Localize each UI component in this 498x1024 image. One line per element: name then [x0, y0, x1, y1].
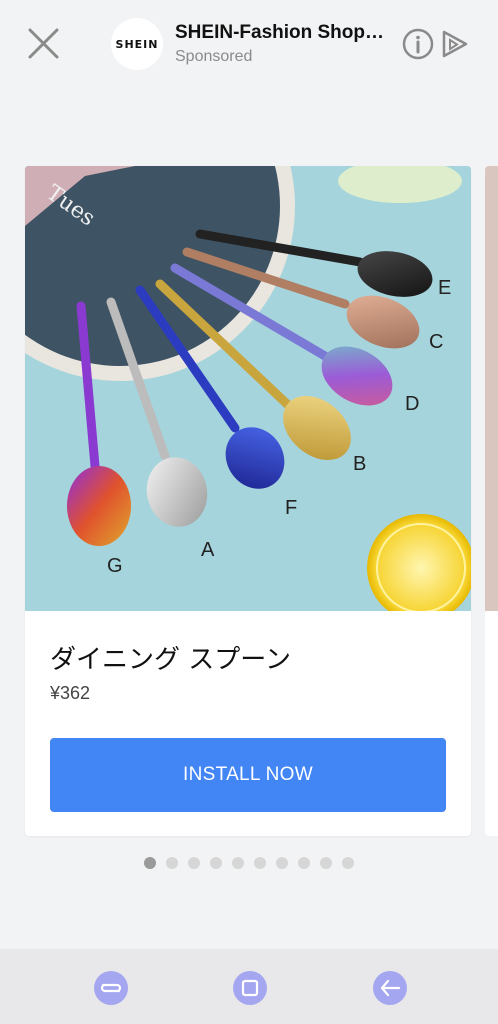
system-navigation-bar [0, 949, 498, 1024]
ad-choices-icon[interactable] [440, 27, 470, 61]
label-f: F [285, 497, 297, 519]
ad-card[interactable]: Tues E C D B F A G ダイニング スプーン ¥362 INSTA… [25, 166, 471, 836]
install-now-button[interactable]: INSTALL NOW [50, 738, 446, 812]
close-icon[interactable] [24, 24, 64, 64]
sponsored-label: Sponsored [175, 48, 253, 65]
label-c: C [429, 331, 443, 353]
carousel-dot[interactable] [232, 857, 244, 869]
label-d: D [405, 393, 419, 415]
advertiser-name[interactable]: SHEIN-Fashion Shopp... [175, 22, 390, 44]
label-e: E [438, 277, 451, 299]
product-title: ダイニング スプーン [50, 645, 291, 675]
carousel-dot[interactable] [320, 857, 332, 869]
recent-apps-icon[interactable] [94, 971, 128, 1005]
carousel-dot[interactable] [166, 857, 178, 869]
label-b: B [353, 453, 366, 475]
label-g: G [107, 555, 123, 577]
home-icon[interactable] [233, 971, 267, 1005]
carousel-dot[interactable] [298, 857, 310, 869]
carousel-dot[interactable] [276, 857, 288, 869]
info-icon[interactable] [401, 27, 435, 61]
label-a: A [201, 539, 215, 561]
carousel-dot[interactable] [254, 857, 266, 869]
ad-header: SHEIN SHEIN-Fashion Shopp... Sponsored [0, 0, 498, 92]
carousel-dot[interactable] [188, 857, 200, 869]
back-icon[interactable] [373, 971, 407, 1005]
product-image[interactable]: Tues E C D B F A G [25, 166, 471, 611]
product-price: ¥362 [50, 683, 91, 703]
carousel-indicator [0, 857, 498, 869]
next-card-peek[interactable] [485, 166, 498, 836]
carousel-dot[interactable] [210, 857, 222, 869]
carousel-dot[interactable] [144, 857, 156, 869]
carousel-dot[interactable] [342, 857, 354, 869]
advertiser-logo[interactable]: SHEIN [111, 18, 163, 70]
